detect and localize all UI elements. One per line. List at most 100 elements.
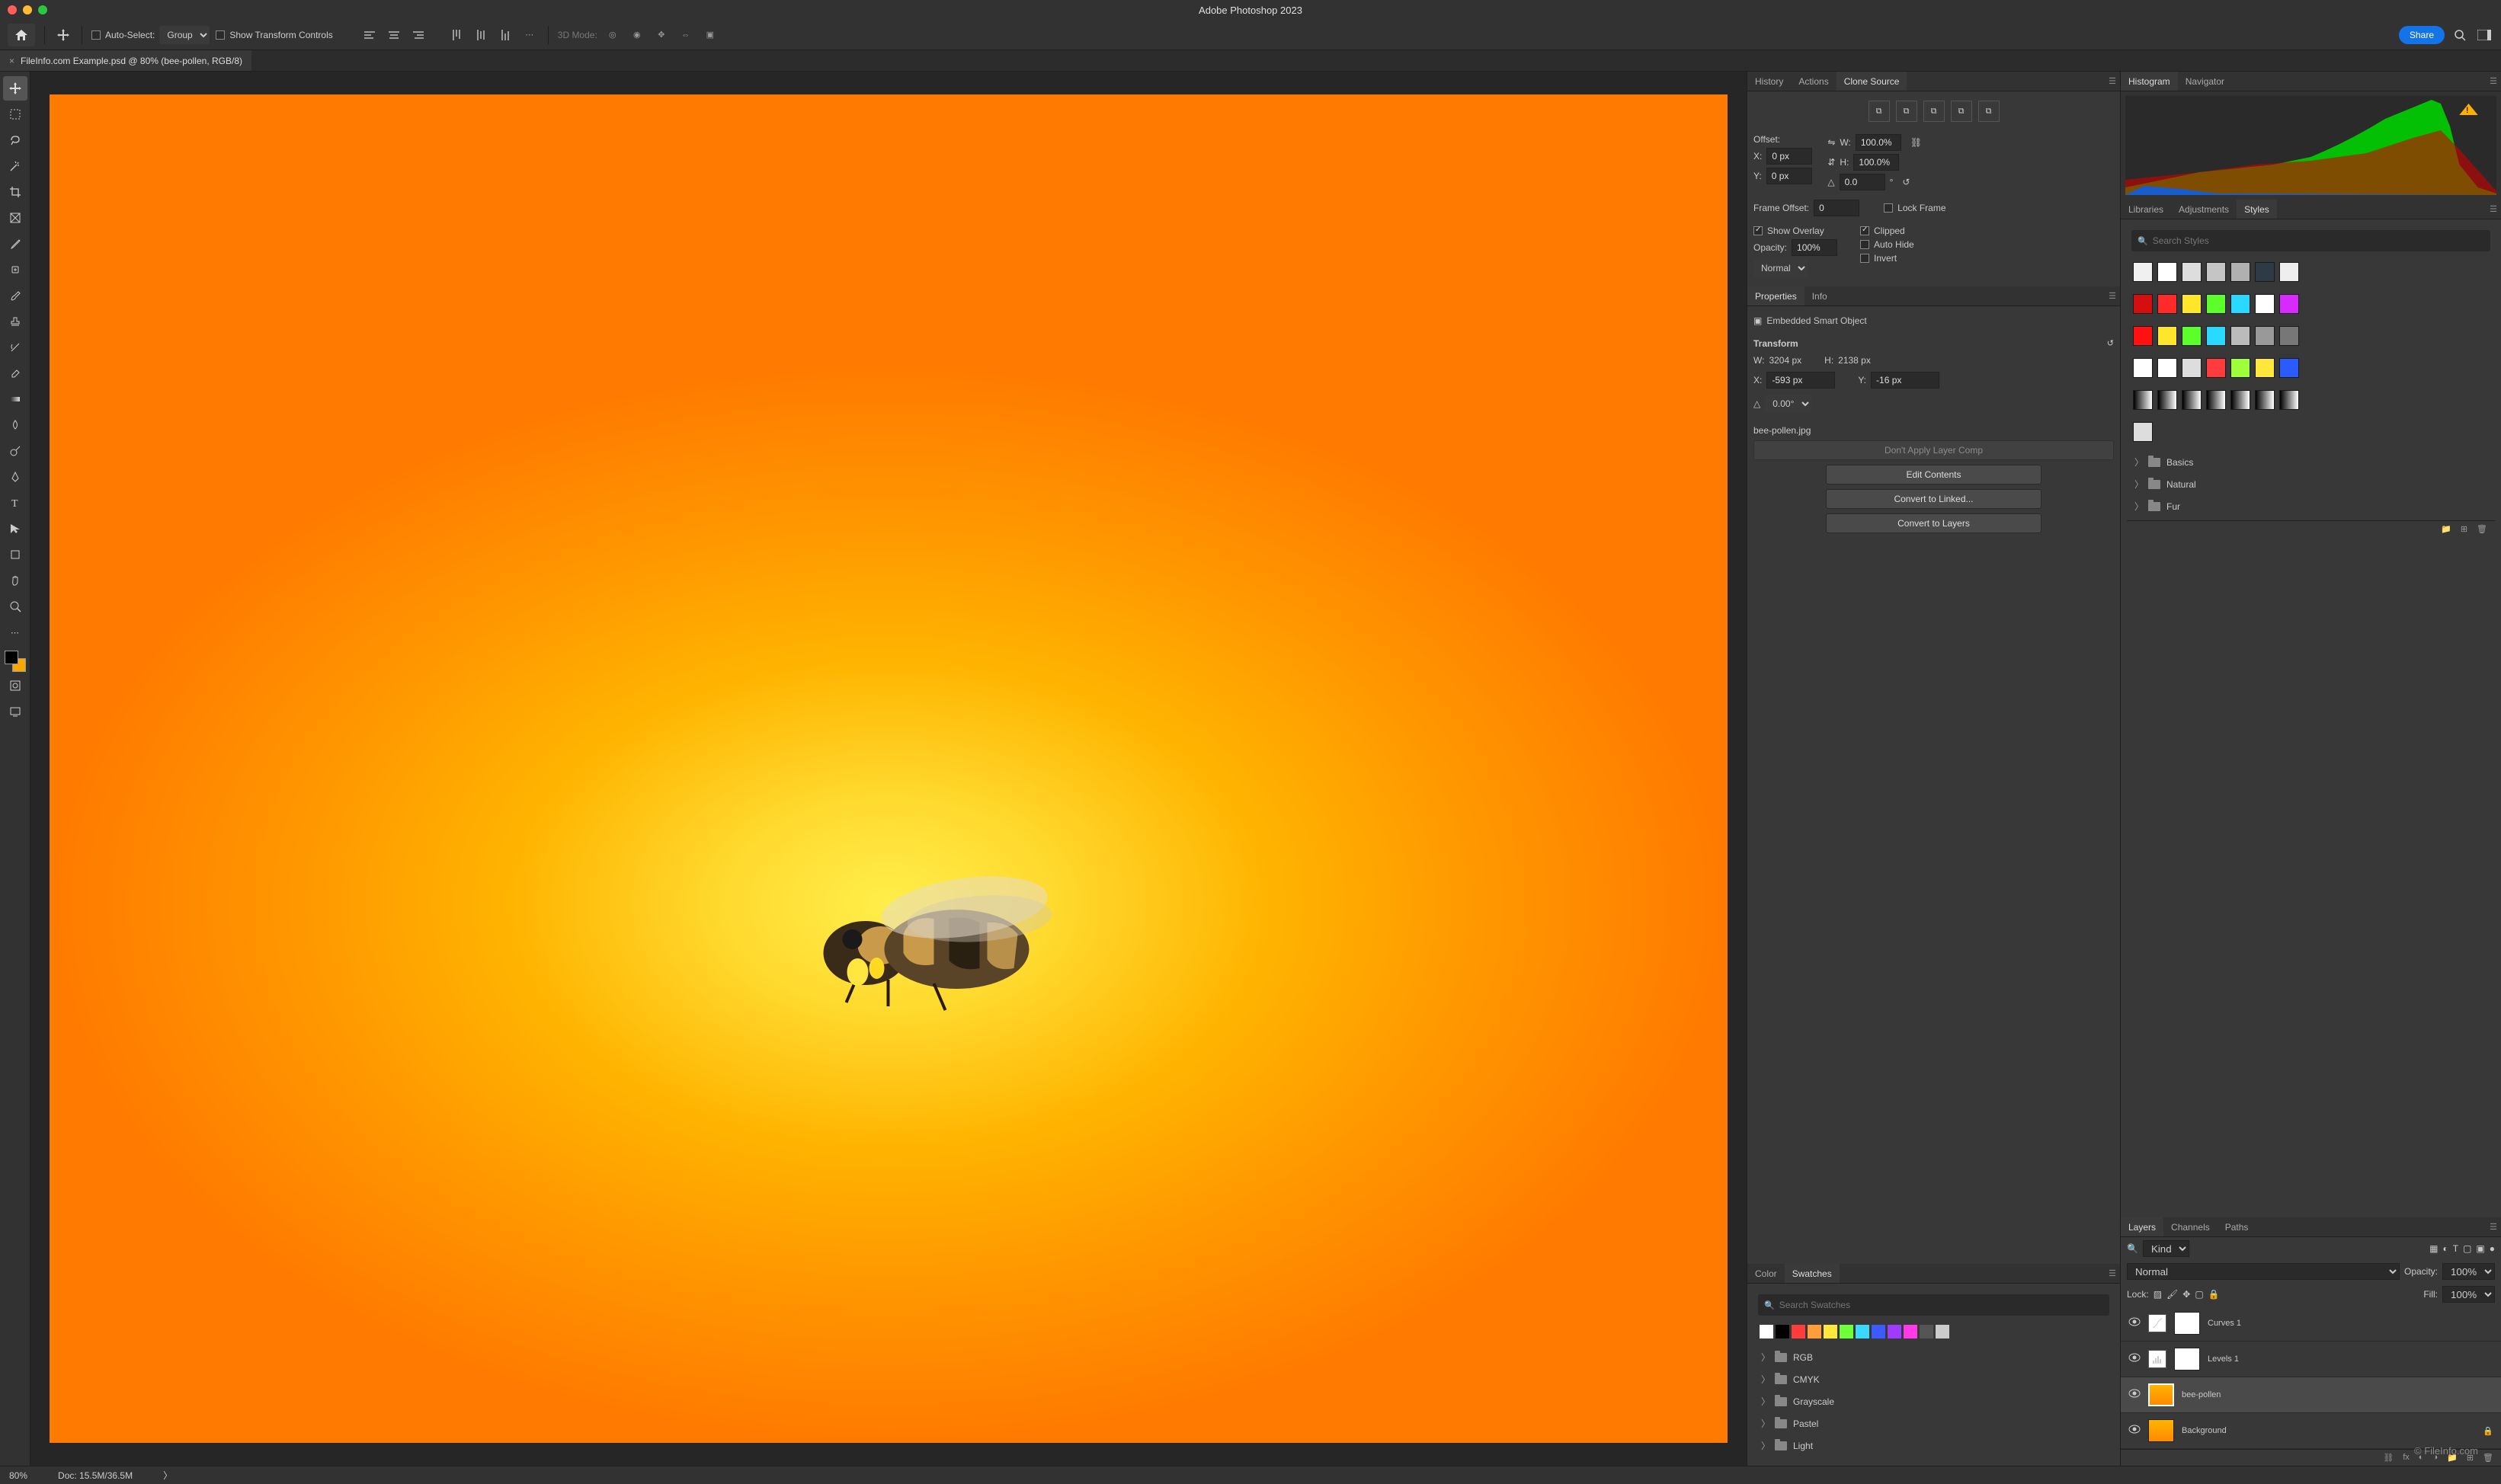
scale-h-input[interactable] — [1853, 154, 1899, 171]
style-swatch[interactable] — [2206, 390, 2226, 410]
zoom-level[interactable]: 80% — [9, 1470, 27, 1481]
stamp-tool[interactable] — [3, 309, 27, 334]
panel-menu-icon[interactable]: ☰ — [2105, 1264, 2120, 1283]
style-swatch[interactable] — [2157, 262, 2177, 282]
align-top-icon[interactable] — [447, 26, 466, 44]
panel-menu-icon[interactable]: ☰ — [2486, 200, 2501, 219]
style-swatch[interactable] — [2133, 422, 2153, 442]
auto-select-option[interactable]: Auto-Select: Group — [91, 26, 210, 44]
style-swatch[interactable] — [2230, 326, 2250, 346]
tab-navigator[interactable]: Navigator — [2178, 72, 2232, 91]
show-transform-checkbox[interactable] — [216, 30, 225, 40]
overlay-blend-dropdown[interactable]: Normal — [1753, 259, 1808, 277]
swatch-folder[interactable]: 〉Pastel — [1753, 1412, 2114, 1434]
doc-info-arrow[interactable]: 〉 — [163, 1469, 172, 1482]
show-transform-option[interactable]: Show Transform Controls — [216, 30, 332, 40]
style-swatch[interactable] — [2182, 294, 2202, 314]
layer-style-icon[interactable]: fx — [2403, 1453, 2410, 1463]
style-swatch[interactable] — [2157, 294, 2177, 314]
search-icon[interactable] — [2451, 26, 2469, 44]
filter-adjust-icon[interactable]: ◐ — [2442, 1243, 2448, 1254]
swatch[interactable] — [1920, 1325, 1933, 1338]
tab-info[interactable]: Info — [1804, 286, 1835, 305]
prop-y-input[interactable] — [1871, 372, 1939, 389]
swatches-search[interactable]: 🔍 — [1758, 1294, 2109, 1316]
style-swatch[interactable] — [2133, 358, 2153, 378]
swatch[interactable] — [1936, 1325, 1949, 1338]
style-swatch[interactable] — [2157, 390, 2177, 410]
style-swatch[interactable] — [2157, 326, 2177, 346]
tab-histogram[interactable]: Histogram — [2121, 72, 2178, 91]
workspace-switcher-icon[interactable] — [2475, 26, 2493, 44]
align-left-icon[interactable] — [360, 26, 379, 44]
eraser-tool[interactable] — [3, 361, 27, 385]
tab-swatches[interactable]: Swatches — [1785, 1264, 1840, 1283]
clone-slot-5[interactable]: ⧉ — [1978, 101, 2000, 122]
swatch-folder[interactable]: 〉Light — [1753, 1434, 2114, 1457]
style-swatch[interactable] — [2182, 390, 2202, 410]
lock-position-icon[interactable]: ✥ — [2182, 1289, 2190, 1300]
panel-menu-icon[interactable]: ☰ — [2105, 286, 2120, 305]
layer-row[interactable]: Background🔒 — [2121, 1413, 2501, 1449]
style-swatch[interactable] — [2230, 294, 2250, 314]
lock-all-icon[interactable]: 🔒 — [2208, 1289, 2220, 1300]
type-tool[interactable]: T — [3, 491, 27, 515]
tab-layers[interactable]: Layers — [2121, 1217, 2163, 1236]
layer-fill-input[interactable]: 100% — [2442, 1286, 2495, 1303]
panel-menu-icon[interactable]: ☰ — [2486, 72, 2501, 91]
clone-slot-3[interactable]: ⧉ — [1923, 101, 1945, 122]
style-swatch[interactable] — [2133, 262, 2153, 282]
tab-libraries[interactable]: Libraries — [2121, 200, 2171, 219]
style-swatch[interactable] — [2206, 294, 2226, 314]
move-tool[interactable] — [3, 76, 27, 101]
edit-contents-button[interactable]: Edit Contents — [1826, 465, 2042, 485]
style-swatch[interactable] — [2279, 358, 2299, 378]
offset-x-input[interactable] — [1766, 148, 1812, 165]
lasso-tool[interactable] — [3, 128, 27, 152]
align-center-h-icon[interactable] — [385, 26, 403, 44]
history-brush-tool[interactable] — [3, 335, 27, 360]
style-swatch[interactable] — [2279, 294, 2299, 314]
clipped-checkbox[interactable] — [1860, 226, 1869, 235]
invert-checkbox[interactable] — [1860, 254, 1869, 263]
layer-row[interactable]: bee-pollen — [2121, 1377, 2501, 1413]
visibility-toggle-icon[interactable] — [2128, 1425, 2141, 1437]
filter-toggle-icon[interactable]: ● — [2490, 1243, 2495, 1254]
overlay-opacity-input[interactable] — [1792, 239, 1837, 256]
foreground-background-colors[interactable] — [5, 651, 26, 672]
angle-input[interactable] — [1840, 174, 1885, 190]
share-button[interactable]: Share — [2399, 26, 2445, 44]
layer-opacity-input[interactable]: 100% — [2442, 1263, 2495, 1280]
move-tool-icon[interactable] — [54, 26, 72, 44]
doc-info[interactable]: Doc: 15.5M/36.5M — [58, 1470, 133, 1481]
offset-y-input[interactable] — [1766, 168, 1812, 184]
style-swatch[interactable] — [2230, 390, 2250, 410]
link-wh-icon[interactable]: ⛓ — [1910, 137, 1922, 148]
swatch-folder[interactable]: 〉RGB — [1753, 1346, 2114, 1368]
delete-layer-icon[interactable]: 🗑 — [2483, 1453, 2493, 1463]
dodge-tool[interactable] — [3, 439, 27, 463]
foreground-color[interactable] — [5, 651, 18, 664]
tab-paths[interactable]: Paths — [2218, 1217, 2256, 1236]
prop-x-input[interactable] — [1766, 372, 1835, 389]
canvas-area[interactable] — [30, 72, 1747, 1466]
style-swatch[interactable] — [2206, 358, 2226, 378]
pen-tool[interactable] — [3, 465, 27, 489]
reset-angle-icon[interactable]: ↺ — [1902, 177, 1910, 187]
style-swatch[interactable] — [2230, 358, 2250, 378]
wand-tool[interactable] — [3, 154, 27, 178]
style-swatch[interactable] — [2133, 390, 2153, 410]
swatches-search-input[interactable] — [1779, 1300, 2103, 1310]
home-button[interactable] — [8, 24, 35, 46]
style-swatch[interactable] — [2133, 326, 2153, 346]
healing-tool[interactable] — [3, 257, 27, 282]
blend-mode-dropdown[interactable]: Normal — [2127, 1263, 2400, 1280]
style-swatch[interactable] — [2255, 390, 2275, 410]
style-swatch[interactable] — [2255, 358, 2275, 378]
screen-mode-icon[interactable] — [3, 699, 27, 724]
style-swatch[interactable] — [2133, 294, 2153, 314]
style-swatch[interactable] — [2182, 326, 2202, 346]
auto-select-dropdown[interactable]: Group — [159, 26, 210, 44]
clone-slot-1[interactable]: ⧉ — [1869, 101, 1890, 122]
minimize-window-button[interactable] — [23, 5, 32, 14]
